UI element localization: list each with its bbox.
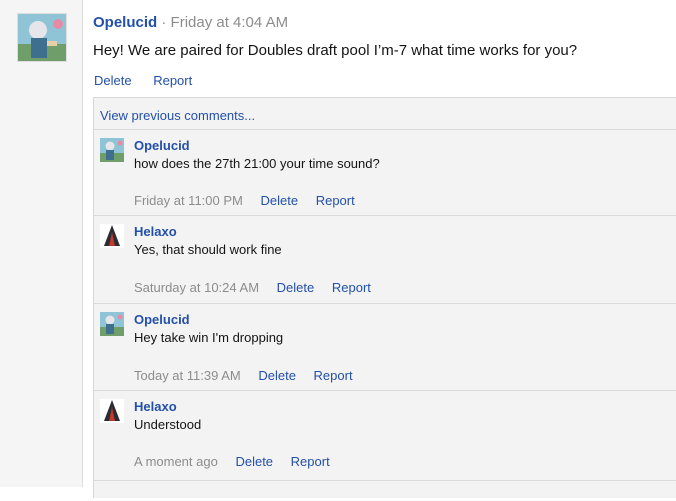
comment-timestamp[interactable]: Today at 11:39 AM	[134, 368, 241, 383]
comments-section: View previous comments... Opelucid how d…	[93, 97, 676, 498]
comment-meta: Today at 11:39 AM Delete Report	[134, 368, 367, 383]
opelucid-avatar[interactable]	[17, 13, 67, 62]
helaxo-avatar[interactable]	[100, 399, 124, 423]
post-timestamp[interactable]: Friday at 4:04 AM	[171, 14, 289, 31]
view-previous-comments-link[interactable]: View previous comments...	[100, 108, 255, 123]
comment-delete-link[interactable]: Delete	[277, 280, 315, 295]
left-gutter	[0, 0, 83, 487]
comment-item: Opelucid how does the 27th 21:00 your ti…	[94, 129, 676, 216]
post-report-link[interactable]: Report	[153, 73, 192, 88]
comment-text: Understood	[134, 417, 202, 432]
comment-text: Yes, that should work fine	[134, 242, 282, 257]
comment-author-link[interactable]: Helaxo	[134, 224, 177, 239]
comment-author-link[interactable]: Opelucid	[134, 312, 190, 327]
comment-author-link[interactable]: Helaxo	[134, 399, 177, 414]
comment-item: Helaxo Understood A moment ago Delete Re…	[94, 390, 676, 481]
comment-delete-link[interactable]: Delete	[261, 193, 299, 208]
opelucid-avatar[interactable]	[100, 138, 124, 162]
reply-row	[94, 480, 676, 501]
header-separator: ·	[161, 14, 167, 31]
comment-item: Helaxo Yes, that should work fine Saturd…	[94, 215, 676, 304]
post-actions: Delete Report	[94, 73, 210, 88]
post-delete-link[interactable]: Delete	[94, 73, 132, 88]
comment-timestamp[interactable]: A moment ago	[134, 454, 218, 469]
comment-report-link[interactable]: Report	[314, 368, 353, 383]
comment-item: Opelucid Hey take win I'm dropping Today…	[94, 303, 676, 391]
comment-timestamp[interactable]: Friday at 11:00 PM	[134, 193, 243, 208]
comment-timestamp[interactable]: Saturday at 10:24 AM	[134, 280, 259, 295]
comment-delete-link[interactable]: Delete	[258, 368, 296, 383]
comment-text: Hey take win I'm dropping	[134, 330, 284, 345]
comment-delete-link[interactable]: Delete	[235, 454, 273, 469]
comment-report-link[interactable]: Report	[332, 280, 371, 295]
post-message: Hey! We are paired for Doubles draft poo…	[93, 42, 578, 59]
comment-text: how does the 27th 21:00 your time sound?	[134, 156, 380, 171]
post-header: Opelucid · Friday at 4:04 AM	[93, 14, 288, 31]
post-author-link[interactable]: Opelucid	[93, 14, 157, 31]
opelucid-avatar[interactable]	[100, 312, 124, 336]
comment-meta: A moment ago Delete Report	[134, 454, 344, 469]
comment-report-link[interactable]: Report	[316, 193, 355, 208]
comment-author-link[interactable]: Opelucid	[134, 138, 190, 153]
comment-meta: Friday at 11:00 PM Delete Report	[134, 193, 369, 208]
comment-meta: Saturday at 10:24 AM Delete Report	[134, 280, 385, 295]
comment-report-link[interactable]: Report	[291, 454, 330, 469]
helaxo-avatar[interactable]	[100, 224, 124, 248]
